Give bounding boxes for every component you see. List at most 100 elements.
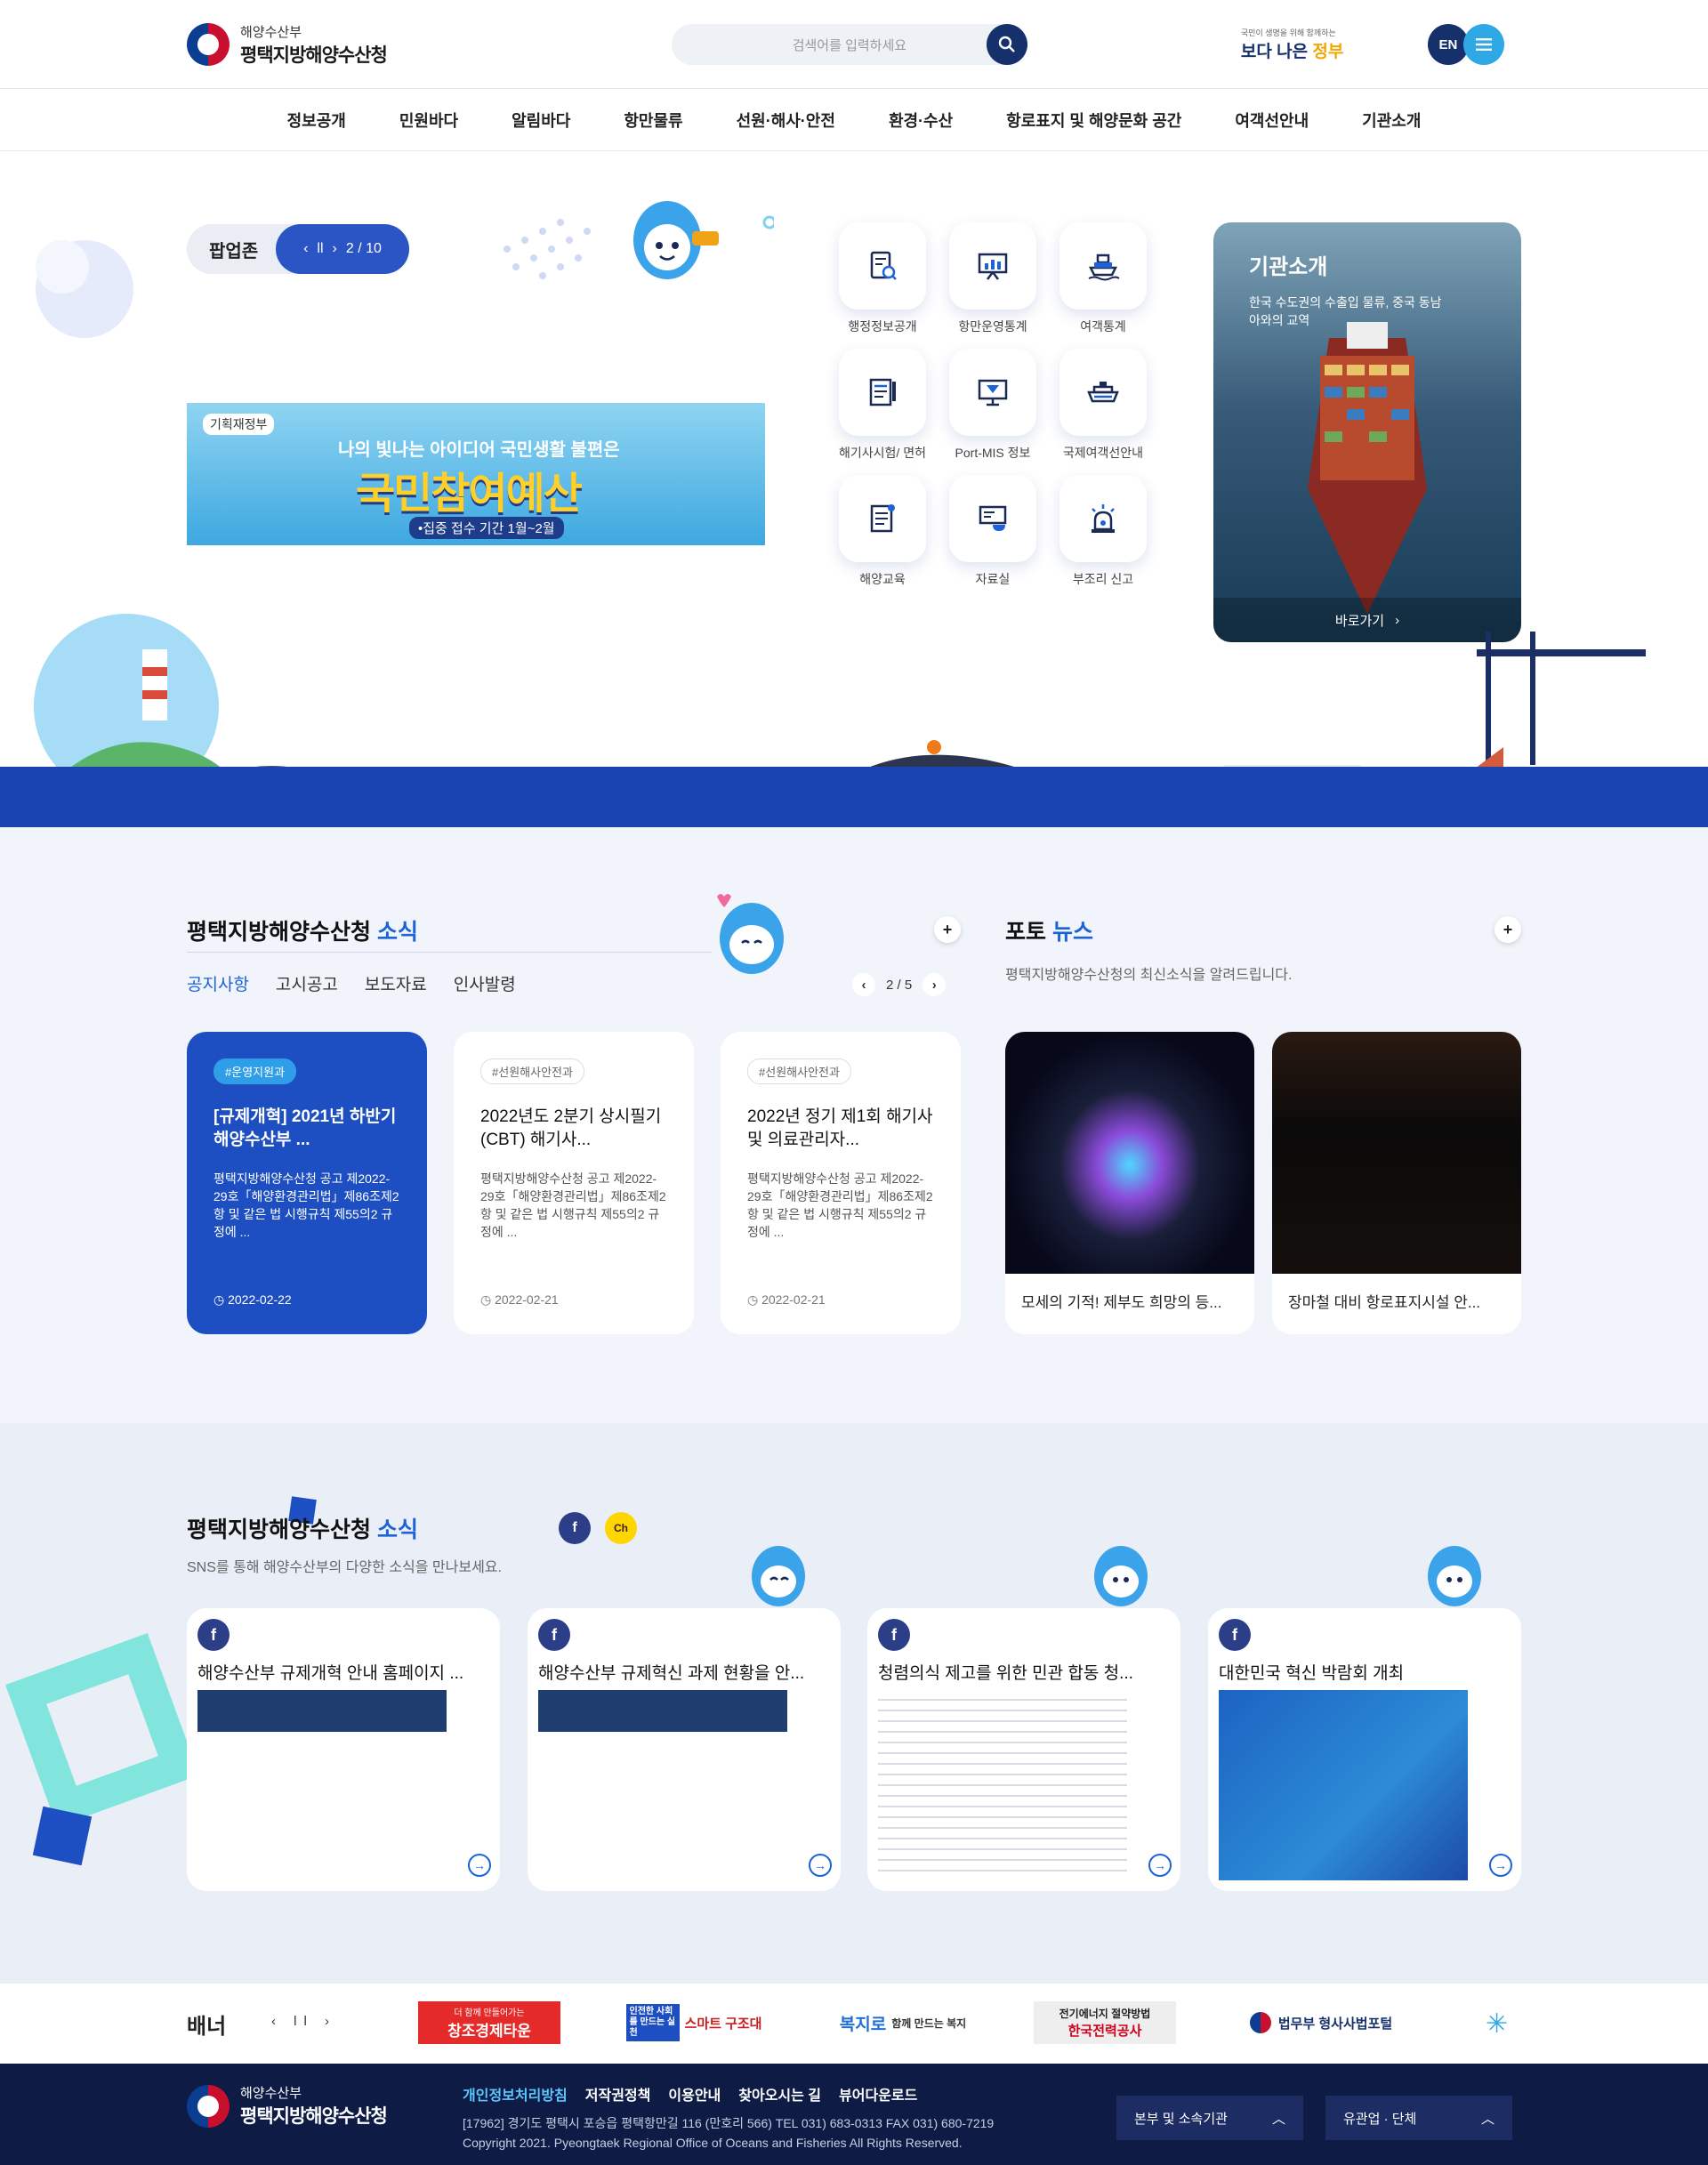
photo-more-button[interactable]: + [1494,916,1521,943]
gov-badge-accent: 정부 [1312,43,1344,61]
photo-card[interactable]: 장마철 대비 항로표지시설 안... [1272,1032,1521,1334]
title-underline [187,952,712,953]
footer-logo[interactable]: 해양수산부 평택지방해양수산청 [187,2083,388,2129]
sns-card[interactable]: f 청렴의식 제고를 위한 민관 합동 청... → [867,1608,1180,1891]
banner-item[interactable]: 전기에너지 절약방법 한국전력공사 [1034,2001,1176,2044]
gnb-item[interactable]: 민원바다 [373,109,485,132]
banner-strip: 배너 ‹ ll › 더 함께 만들어가는 창조경제타운 인전한 사회를 만드는 실… [0,1984,1708,2064]
quick-item[interactable]: Port-MIS 정보 [947,349,1039,461]
kakao-channel-icon[interactable]: Ch [605,1512,637,1544]
tab-announcement[interactable]: 고시공고 [276,971,338,995]
photo-card[interactable]: 모세의 기적! 제부도 희망의 등... [1005,1032,1254,1334]
sns-card[interactable]: f 대한민국 혁신 박람회 개최 → [1208,1608,1521,1891]
sns-section: 평택지방해양수산청 소식 f Ch SNS를 통해 해양수산부의 다양한 소식을… [0,1423,1708,1984]
news-card-date: ◷ 2022-02-21 [747,1292,826,1307]
sns-card-title: 청렴의식 제고를 위한 민관 합동 청... [878,1664,1133,1683]
news-title: 평택지방해양수산청 소식 [187,914,418,946]
cruise-ship-icon [1087,382,1119,403]
directions-link[interactable]: 찾아오시는 길 [738,2083,821,2105]
next-icon[interactable]: › [333,241,337,257]
facebook-icon: f [538,1619,570,1651]
news-more-button[interactable]: + [934,916,961,943]
gnb-item[interactable]: 기관소개 [1335,109,1447,132]
sns-card-title: 해양수산부 규제개혁 안내 홈페이지 ... [197,1664,464,1683]
banner-strip-controls[interactable]: ‹ ll › [271,2014,336,2029]
sns-card[interactable]: f 해양수산부 규제개혁 안내 홈페이지 ... → [187,1608,500,1891]
viewer-download-link[interactable]: 뷰어다운로드 [839,2083,917,2105]
quick-item[interactable]: 자료실 [947,475,1039,587]
search-placeholder: 검색어를 입력하세요 [792,37,907,53]
quick-item[interactable]: 국제여객선안내 [1057,349,1149,461]
quick-item[interactable]: 항만운영통계 [947,222,1039,334]
gnb-item[interactable]: 선원·해사·안전 [710,109,862,132]
search-button[interactable] [986,24,1027,65]
gnb-item[interactable]: 정보공개 [261,109,373,132]
tab-notice[interactable]: 공지사항 [187,971,249,995]
tab-personnel[interactable]: 인사발령 [454,971,516,995]
site-logo[interactable]: 해양수산부 평택지방해양수산청 [187,22,388,68]
sns-card-thumbnail [878,1690,1127,1880]
pause-icon[interactable]: ll [317,241,323,257]
popup-zone-label: 팝업존 [209,241,259,262]
quick-item[interactable]: 여객통계 [1057,222,1149,334]
gnb-item[interactable]: 항만물류 [597,109,709,132]
banner-item[interactable]: 인전한 사회를 만드는 실천 스마트 구조대 [623,2001,765,2044]
affiliated-agencies-select[interactable]: 본부 및 소속기관 ︿ [1116,2096,1303,2140]
alarm-icon [1092,504,1115,533]
banner-item[interactable]: 더 함께 만들어가는 창조경제타운 [418,2001,560,2044]
popup-banner[interactable]: 기획재정부 나의 빛나는 아이디어 국민생활 불편은 국민참여예산 •집중 접수… [187,403,765,545]
usage-guide-link[interactable]: 이용안내 [668,2083,721,2105]
quick-item[interactable]: 해양교육 [836,475,929,587]
banner-item-sub: 복지로 [839,2015,887,2034]
agency-intro-card[interactable]: 기관소개 한국 수도권의 수출입 물류, 중국 동남아와의 교역 바로가기 › [1213,222,1521,642]
quick-item[interactable]: 행정정보공개 [836,222,929,334]
photo-title-main: 포토 [1005,920,1047,945]
quick-item-label: Port-MIS 정보 [955,446,1031,460]
tab-press-release[interactable]: 보도자료 [365,971,427,995]
news-card-date: ◷ 2022-02-22 [214,1292,292,1307]
arrow-right-icon[interactable]: → [809,1854,832,1877]
prev-icon[interactable]: ‹ [303,241,308,257]
arrow-right-icon[interactable]: → [1148,1854,1172,1877]
related-organizations-select[interactable]: 유관업 · 단체 ︿ [1325,2096,1512,2140]
arrow-right-icon[interactable]: → [1489,1854,1512,1877]
quick-item[interactable]: 해기사시험/ 면허 [836,349,929,461]
language-english-button[interactable]: EN [1427,24,1469,65]
arrow-right-icon[interactable]: → [468,1854,491,1877]
sns-card-thumbnail [1219,1690,1468,1880]
facebook-icon[interactable]: f [559,1512,591,1544]
facebook-icon: f [1219,1619,1251,1651]
search-input[interactable]: 검색어를 입력하세요 [671,24,1027,65]
monitor-icon [978,379,1008,406]
logo-subtitle: 해양수산부 [240,24,302,40]
chevron-left-icon[interactable]: ‹ [852,973,875,996]
news-card-date-value: 2022-02-22 [228,1292,292,1307]
header-utility: EN [1427,24,1504,65]
pinwheel-icon[interactable]: ✳ [1486,2008,1508,2040]
news-card[interactable]: #선원해사안전과 2022년도 2분기 상시필기(CBT) 해기사... 평택지… [454,1032,694,1334]
sns-card[interactable]: f 해양수산부 규제혁신 과제 현황을 안... → [528,1608,841,1891]
sns-title: 평택지방해양수산청 소식 [187,1512,418,1544]
hamburger-icon [1475,38,1492,51]
gnb-item[interactable]: 항로표지 및 해양문화 공간 [979,109,1208,132]
all-menu-button[interactable] [1462,24,1504,65]
banner-item[interactable]: 복지로 함께 만드는 복지 [832,2001,974,2044]
better-government-badge[interactable]: 국민이 생명을 위해 함께하는 보다 나은 정부 [1241,20,1348,69]
quick-item[interactable]: 부조리 신고 [1057,475,1149,587]
copyright-policy-link[interactable]: 저작권정책 [585,2083,651,2105]
banner-item[interactable]: 법무부 형사사법포털 [1241,2001,1401,2044]
banner-period: •집중 접수 기간 1월~2월 [409,517,564,539]
chevron-right-icon[interactable]: › [922,973,947,996]
gnb-item[interactable]: 알림바다 [485,109,597,132]
news-card[interactable]: #운영지원과 [규제개혁] 2021년 하반기 해양수산부 ... 평택지방해양… [187,1032,427,1334]
gnb-item[interactable]: 여객선안내 [1208,109,1335,132]
news-card-body: 평택지방해양수산청 공고 제2022-29호「해양환경관리법」제86조제2항 및… [480,1171,666,1239]
privacy-policy-link[interactable]: 개인정보처리방침 [463,2083,568,2105]
gnb-item[interactable]: 환경·수산 [862,109,979,132]
banner-item-label: 스마트 구조대 [684,2016,762,2032]
facebook-icon: f [878,1619,910,1651]
mascot-illustration [752,1546,805,1606]
news-card[interactable]: #선원해사안전과 2022년 정기 제1회 해기사 및 의료관리자... 평택지… [721,1032,961,1334]
banner-item-label: 한국전력공사 [1068,2024,1142,2039]
photo-title: 포토 뉴스 [1005,914,1093,946]
